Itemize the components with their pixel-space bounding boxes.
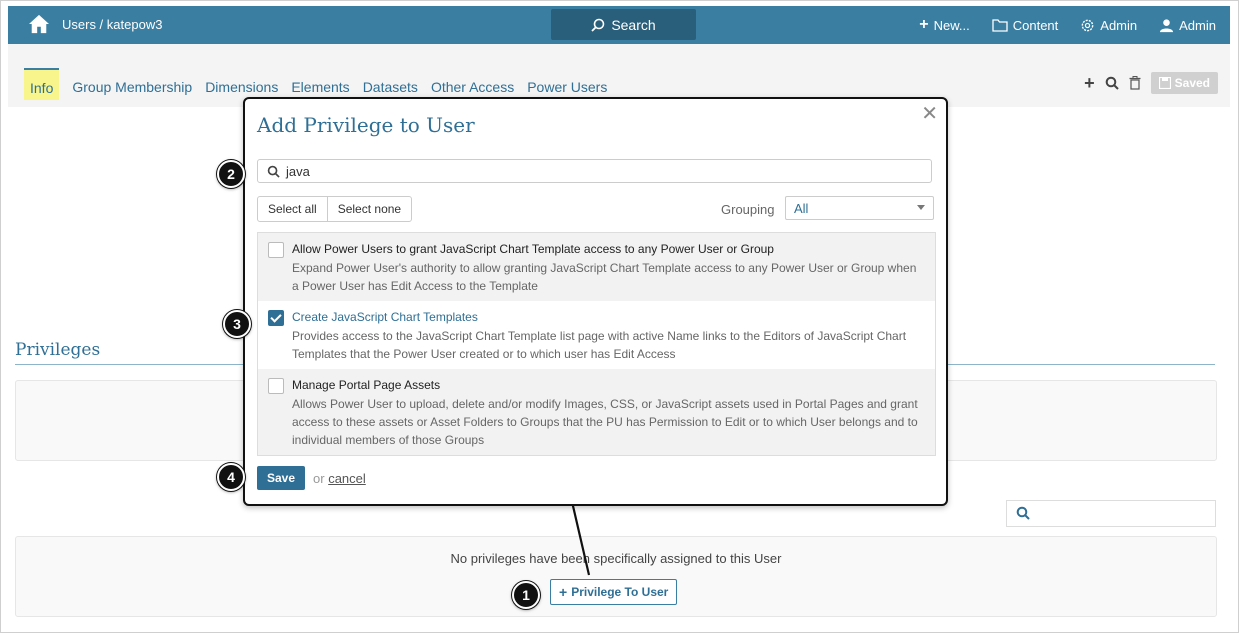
cancel-link[interactable]: cancel: [328, 471, 366, 486]
list-item[interactable]: Create JavaScript Chart Templates Provid…: [258, 301, 935, 369]
new-label: New...: [933, 17, 970, 33]
admin-label: Admin: [1100, 17, 1138, 33]
checkbox-checked[interactable]: [268, 310, 284, 326]
callout-3: 3: [223, 310, 251, 338]
tab-group-membership[interactable]: Group Membership: [72, 68, 192, 100]
plus-icon: +: [919, 16, 929, 33]
callout-2: 2: [217, 160, 245, 188]
item-title: Allow Power Users to grant JavaScript Ch…: [292, 242, 774, 256]
home-icon[interactable]: [28, 14, 50, 34]
save-button[interactable]: Save: [257, 466, 306, 490]
dialog-title: Add Privilege to User: [257, 113, 475, 137]
content-label: Content: [1012, 17, 1059, 33]
checkbox[interactable]: [268, 378, 284, 394]
grouping-select[interactable]: All: [785, 196, 934, 220]
privilege-search-input[interactable]: java: [257, 159, 932, 183]
item-description: Expand Power User's authority to allow g…: [292, 259, 925, 295]
trash-icon[interactable]: [1129, 76, 1141, 90]
floppy-disk-icon: [1158, 77, 1171, 89]
tab-elements[interactable]: Elements: [291, 68, 349, 100]
chevron-down-icon: [917, 205, 925, 210]
select-all-button[interactable]: Select all: [258, 197, 327, 221]
search-icon: [591, 18, 605, 32]
item-title: Manage Portal Page Assets: [292, 378, 441, 392]
tab-other-access[interactable]: Other Access: [431, 68, 514, 100]
desc-line: Provides access to the JavaScript Chart …: [292, 329, 907, 343]
search-icon: [1016, 506, 1030, 520]
grouping-label: Grouping: [721, 202, 775, 217]
desc-line: individual members of those Groups: [292, 433, 485, 447]
search-label: Search: [611, 16, 656, 33]
desc-line: access to these assets or Asset Folders …: [292, 415, 918, 429]
plus-icon: +: [559, 584, 568, 600]
gear-icon: [1081, 19, 1094, 31]
tab-datasets[interactable]: Datasets: [363, 68, 418, 100]
close-icon[interactable]: ✕: [921, 101, 938, 126]
breadcrumb[interactable]: Users / katepow3: [62, 17, 162, 32]
desc-line: Allows Power User to upload, delete and/…: [292, 397, 918, 411]
new-menu[interactable]: + New...: [919, 16, 969, 34]
callout-4: 4: [217, 463, 245, 491]
tab-dimensions[interactable]: Dimensions: [205, 68, 278, 100]
add-icon[interactable]: +: [1084, 73, 1095, 94]
privileges-heading: Privileges: [15, 340, 101, 360]
search-value: java: [286, 163, 310, 179]
user-icon: [1160, 18, 1174, 32]
add-privilege-label: Privilege To User: [571, 585, 669, 599]
privileges-search-input[interactable]: [1006, 500, 1216, 527]
saved-button[interactable]: Saved: [1150, 72, 1218, 94]
search-icon[interactable]: [1105, 76, 1119, 90]
assigned-privileges-panel: No privileges have been specifically ass…: [15, 536, 1217, 617]
search-icon: [267, 165, 280, 178]
app-window: Users / katepow3 Search + New... Content…: [0, 0, 1239, 633]
saved-label: Saved: [1174, 76, 1210, 90]
tab-bar: Info Group Membership Dimensions Element…: [24, 68, 607, 100]
item-description: Provides access to the JavaScript Chart …: [292, 327, 925, 363]
user-label: Admin: [1179, 17, 1216, 33]
folder-icon: [992, 18, 1008, 32]
item-description: Allows Power User to upload, delete and/…: [292, 395, 925, 449]
add-privilege-button[interactable]: + Privilege To User: [550, 579, 678, 605]
top-nav: + New... Content Admin Admin: [919, 6, 1216, 44]
content-menu[interactable]: Content: [992, 17, 1059, 33]
add-privilege-dialog: Add Privilege to User ✕ java Select all …: [243, 97, 948, 506]
user-menu[interactable]: Admin: [1159, 18, 1216, 33]
privilege-list: Allow Power Users to grant JavaScript Ch…: [257, 232, 936, 456]
selection-buttons: Select all Select none: [257, 196, 413, 222]
tab-power-users[interactable]: Power Users: [527, 68, 607, 100]
admin-menu[interactable]: Admin: [1080, 18, 1137, 33]
desc-line: a Power User has Edit Access to the Temp…: [292, 279, 538, 293]
tab-info[interactable]: Info: [24, 68, 60, 100]
toolbar: + Saved: [1084, 72, 1218, 94]
grouping-value: All: [794, 200, 809, 216]
desc-line: Expand Power User's authority to allow g…: [292, 261, 917, 275]
callout-1: 1: [512, 581, 540, 609]
list-item[interactable]: Manage Portal Page Assets Allows Power U…: [258, 369, 935, 455]
item-title: Create JavaScript Chart Templates: [292, 310, 478, 324]
or-cancel: or cancel: [313, 471, 366, 486]
top-bar: Users / katepow3 Search + New... Content…: [8, 6, 1230, 44]
global-search-button[interactable]: Search: [551, 9, 696, 40]
select-none-button[interactable]: Select none: [326, 197, 411, 221]
desc-line: Templates that the Power User created or…: [292, 347, 676, 361]
checkbox[interactable]: [268, 242, 284, 258]
no-privileges-message: No privileges have been specifically ass…: [450, 551, 782, 566]
list-item[interactable]: Allow Power Users to grant JavaScript Ch…: [258, 233, 935, 301]
or-text: or: [313, 471, 325, 486]
